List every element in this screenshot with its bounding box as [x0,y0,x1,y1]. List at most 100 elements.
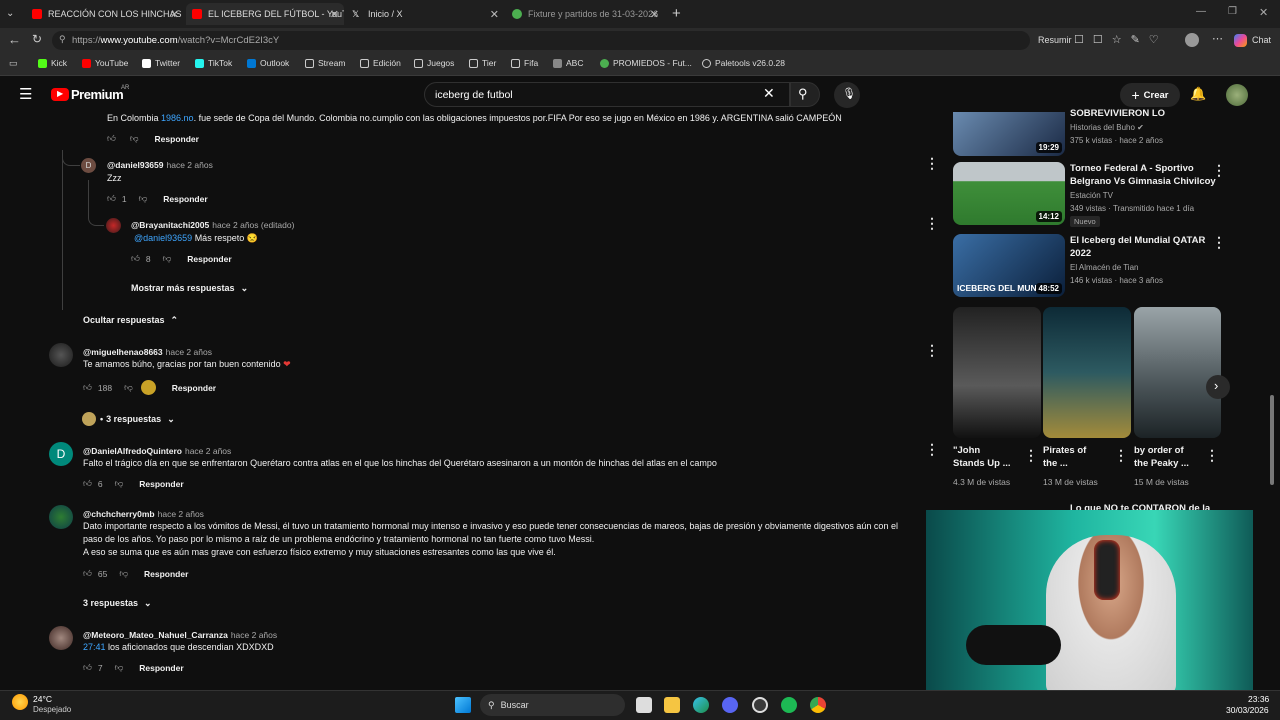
show-more-replies-button[interactable]: Mostrar más respuestas ⌄ [131,283,248,294]
comment-time[interactable]: hace 2 años [231,630,277,640]
like-icon[interactable]: 👍︎ [83,478,92,489]
tab-list-icon[interactable]: ⌄ [6,8,14,19]
more-actions-icon[interactable]: ⋮ [1212,162,1226,179]
reply-time[interactable]: hace 2 años (editado) [212,220,294,230]
tab-x[interactable]: 𝕏 Inicio / X ✕ [346,3,504,25]
reply-button[interactable]: Responder [187,254,231,264]
bookmark-edicion[interactable]: Edición [360,58,401,68]
video-thumbnail[interactable]: 14:12 [953,162,1065,225]
bookmarks-menu-icon[interactable]: ▭ [9,58,18,69]
avatar[interactable]: D [49,442,73,466]
view-replies-button[interactable]: • 3 respuestas ⌄ [82,412,175,426]
comment-author[interactable]: @chchcherry0mb [83,509,155,519]
avatar[interactable] [49,626,73,650]
close-tab-icon[interactable]: ✕ [170,8,179,21]
video-thumbnail[interactable]: 19:29 [953,112,1065,156]
reload-icon[interactable]: ↻ [32,32,42,46]
clock-date[interactable]: 30/03/2026 [1226,705,1269,715]
close-tab-icon[interactable]: ✕ [490,8,499,21]
more-actions-icon[interactable]: ⋮ [1212,234,1226,251]
premium-logo[interactable]: Premium [71,87,124,102]
bookmark-promiedos[interactable]: PROMIEDOS - Fut... [600,58,692,68]
like-icon[interactable]: 👍︎ [83,662,92,673]
file-explorer-icon[interactable] [664,697,680,713]
dislike-icon[interactable]: 👎︎ [115,662,124,673]
clear-search-icon[interactable]: ✕ [763,85,775,102]
bookmark-youtube[interactable]: YouTube [82,58,128,68]
resume-button[interactable]: Resumir [1038,35,1072,45]
more-actions-icon[interactable]: ⋮ [1024,447,1038,464]
reply-button[interactable]: Responder [155,134,199,144]
voice-search-button[interactable]: 🎙 [834,82,860,108]
short-title[interactable]: Pirates of the ... [1043,444,1086,470]
more-actions-icon[interactable]: ⋮ [925,215,939,232]
view-replies-button[interactable]: 3 respuestas ⌄ [83,598,152,609]
avatar[interactable]: D [81,158,96,173]
video-title[interactable]: Lo que NO te CONTARON de la [1070,502,1210,510]
obs-icon[interactable] [752,697,768,713]
video-title[interactable]: SOBREVIVIERON LO IMPOSIBLE [1070,107,1210,120]
reply-time[interactable]: hace 2 años [167,160,213,170]
weather-icon[interactable] [12,694,28,710]
taskbar-search[interactable]: ⚲ Buscar [480,694,625,716]
short-thumbnail[interactable] [1043,307,1131,438]
dislike-icon[interactable]: 👎︎ [130,133,139,144]
discord-icon[interactable] [722,697,738,713]
shorts-next-button[interactable]: › [1206,375,1230,399]
bookmark-outlook[interactable]: Outlook [247,58,289,68]
back-icon[interactable]: ← [8,32,21,47]
more-actions-icon[interactable]: ⋮ [1114,447,1128,464]
short-title[interactable]: "John Stands Up ... [953,444,1011,470]
like-icon[interactable]: 👍︎ [83,382,92,393]
bookmark-paletools[interactable]: Paletools v26.0.28 [702,58,785,68]
notifications-bell-icon[interactable]: 🔔 [1190,86,1206,102]
windows-start-icon[interactable] [455,697,471,713]
timestamp-link[interactable]: 27:41 [83,642,106,652]
search-button[interactable]: ⚲ [790,82,820,107]
video-title[interactable]: El Iceberg del Mundial QATAR 2022 [1070,234,1205,260]
site-info-icon[interactable]: ⚲ [59,34,66,45]
comment-time[interactable]: hace 2 años [185,446,231,456]
short-thumbnail[interactable] [1134,307,1221,438]
more-actions-icon[interactable]: ⋮ [925,441,939,458]
video-thumbnail[interactable]: ICEBERG DEL MUN 48:52 [953,234,1065,297]
hide-replies-button[interactable]: Ocultar respuestas ⌃ [83,315,178,326]
comment-author[interactable]: @miguelhenao8663 [83,347,163,357]
hamburger-menu-icon[interactable]: ☰ [19,85,32,103]
bookmark-tier[interactable]: Tier [469,58,496,68]
reply-button[interactable]: Responder [144,569,188,579]
scrollbar-thumb[interactable] [1270,395,1274,485]
bookmark-kick[interactable]: Kick [38,58,67,68]
url-field[interactable]: ⚲ https://www.youtube.com/watch?v=McrCdE… [52,31,1030,50]
weather-temp[interactable]: 24°C [33,694,52,704]
dislike-icon[interactable]: 👎︎ [119,568,128,579]
tab-fixture[interactable]: Fixture y partidos de 31-03-2026 ✕ [506,3,664,25]
tab-iceberg[interactable]: EL ICEBERG DEL FÚTBOL - YouTub ✕ [186,3,344,25]
avatar[interactable] [106,218,121,233]
bookmark-twitter[interactable]: Twitter [142,58,180,68]
bookmark-abc[interactable]: ABC [553,58,583,68]
bookmark-fifa[interactable]: Fifa [511,58,538,68]
comment-author[interactable]: @DanielAlfredoQuintero [83,446,182,456]
task-view-icon[interactable] [636,697,652,713]
avatar[interactable] [49,343,73,367]
reply-button[interactable]: Responder [139,479,183,489]
reply-button[interactable]: Responder [139,663,183,673]
like-icon[interactable]: 👍︎ [83,568,92,579]
reply-author[interactable]: @Brayanitachi2005 [131,220,209,230]
clock-time[interactable]: 23:36 [1248,694,1269,704]
close-tab-icon[interactable]: ✕ [650,8,659,21]
tab-reaccion[interactable]: REACCIÓN CON LOS HINCHAS / R ✕ [26,3,184,25]
browser-toolbar-icons[interactable]: ☐☐☆✎♡ [1074,33,1168,46]
maximize-icon[interactable]: ❐ [1228,6,1237,17]
short-thumbnail[interactable] [953,307,1041,438]
chat-button[interactable]: Chat [1252,35,1271,45]
more-actions-icon[interactable]: ⋮ [925,155,939,172]
mention-link[interactable]: @daniel93659 [134,233,192,243]
spotify-icon[interactable] [781,697,797,713]
video-channel[interactable]: El Almacén de Tian [1070,261,1138,274]
reply-button[interactable]: Responder [172,383,216,393]
bookmark-juegos[interactable]: Juegos [414,58,454,68]
close-tab-icon[interactable]: ✕ [330,8,339,21]
edge-icon[interactable] [693,697,709,713]
